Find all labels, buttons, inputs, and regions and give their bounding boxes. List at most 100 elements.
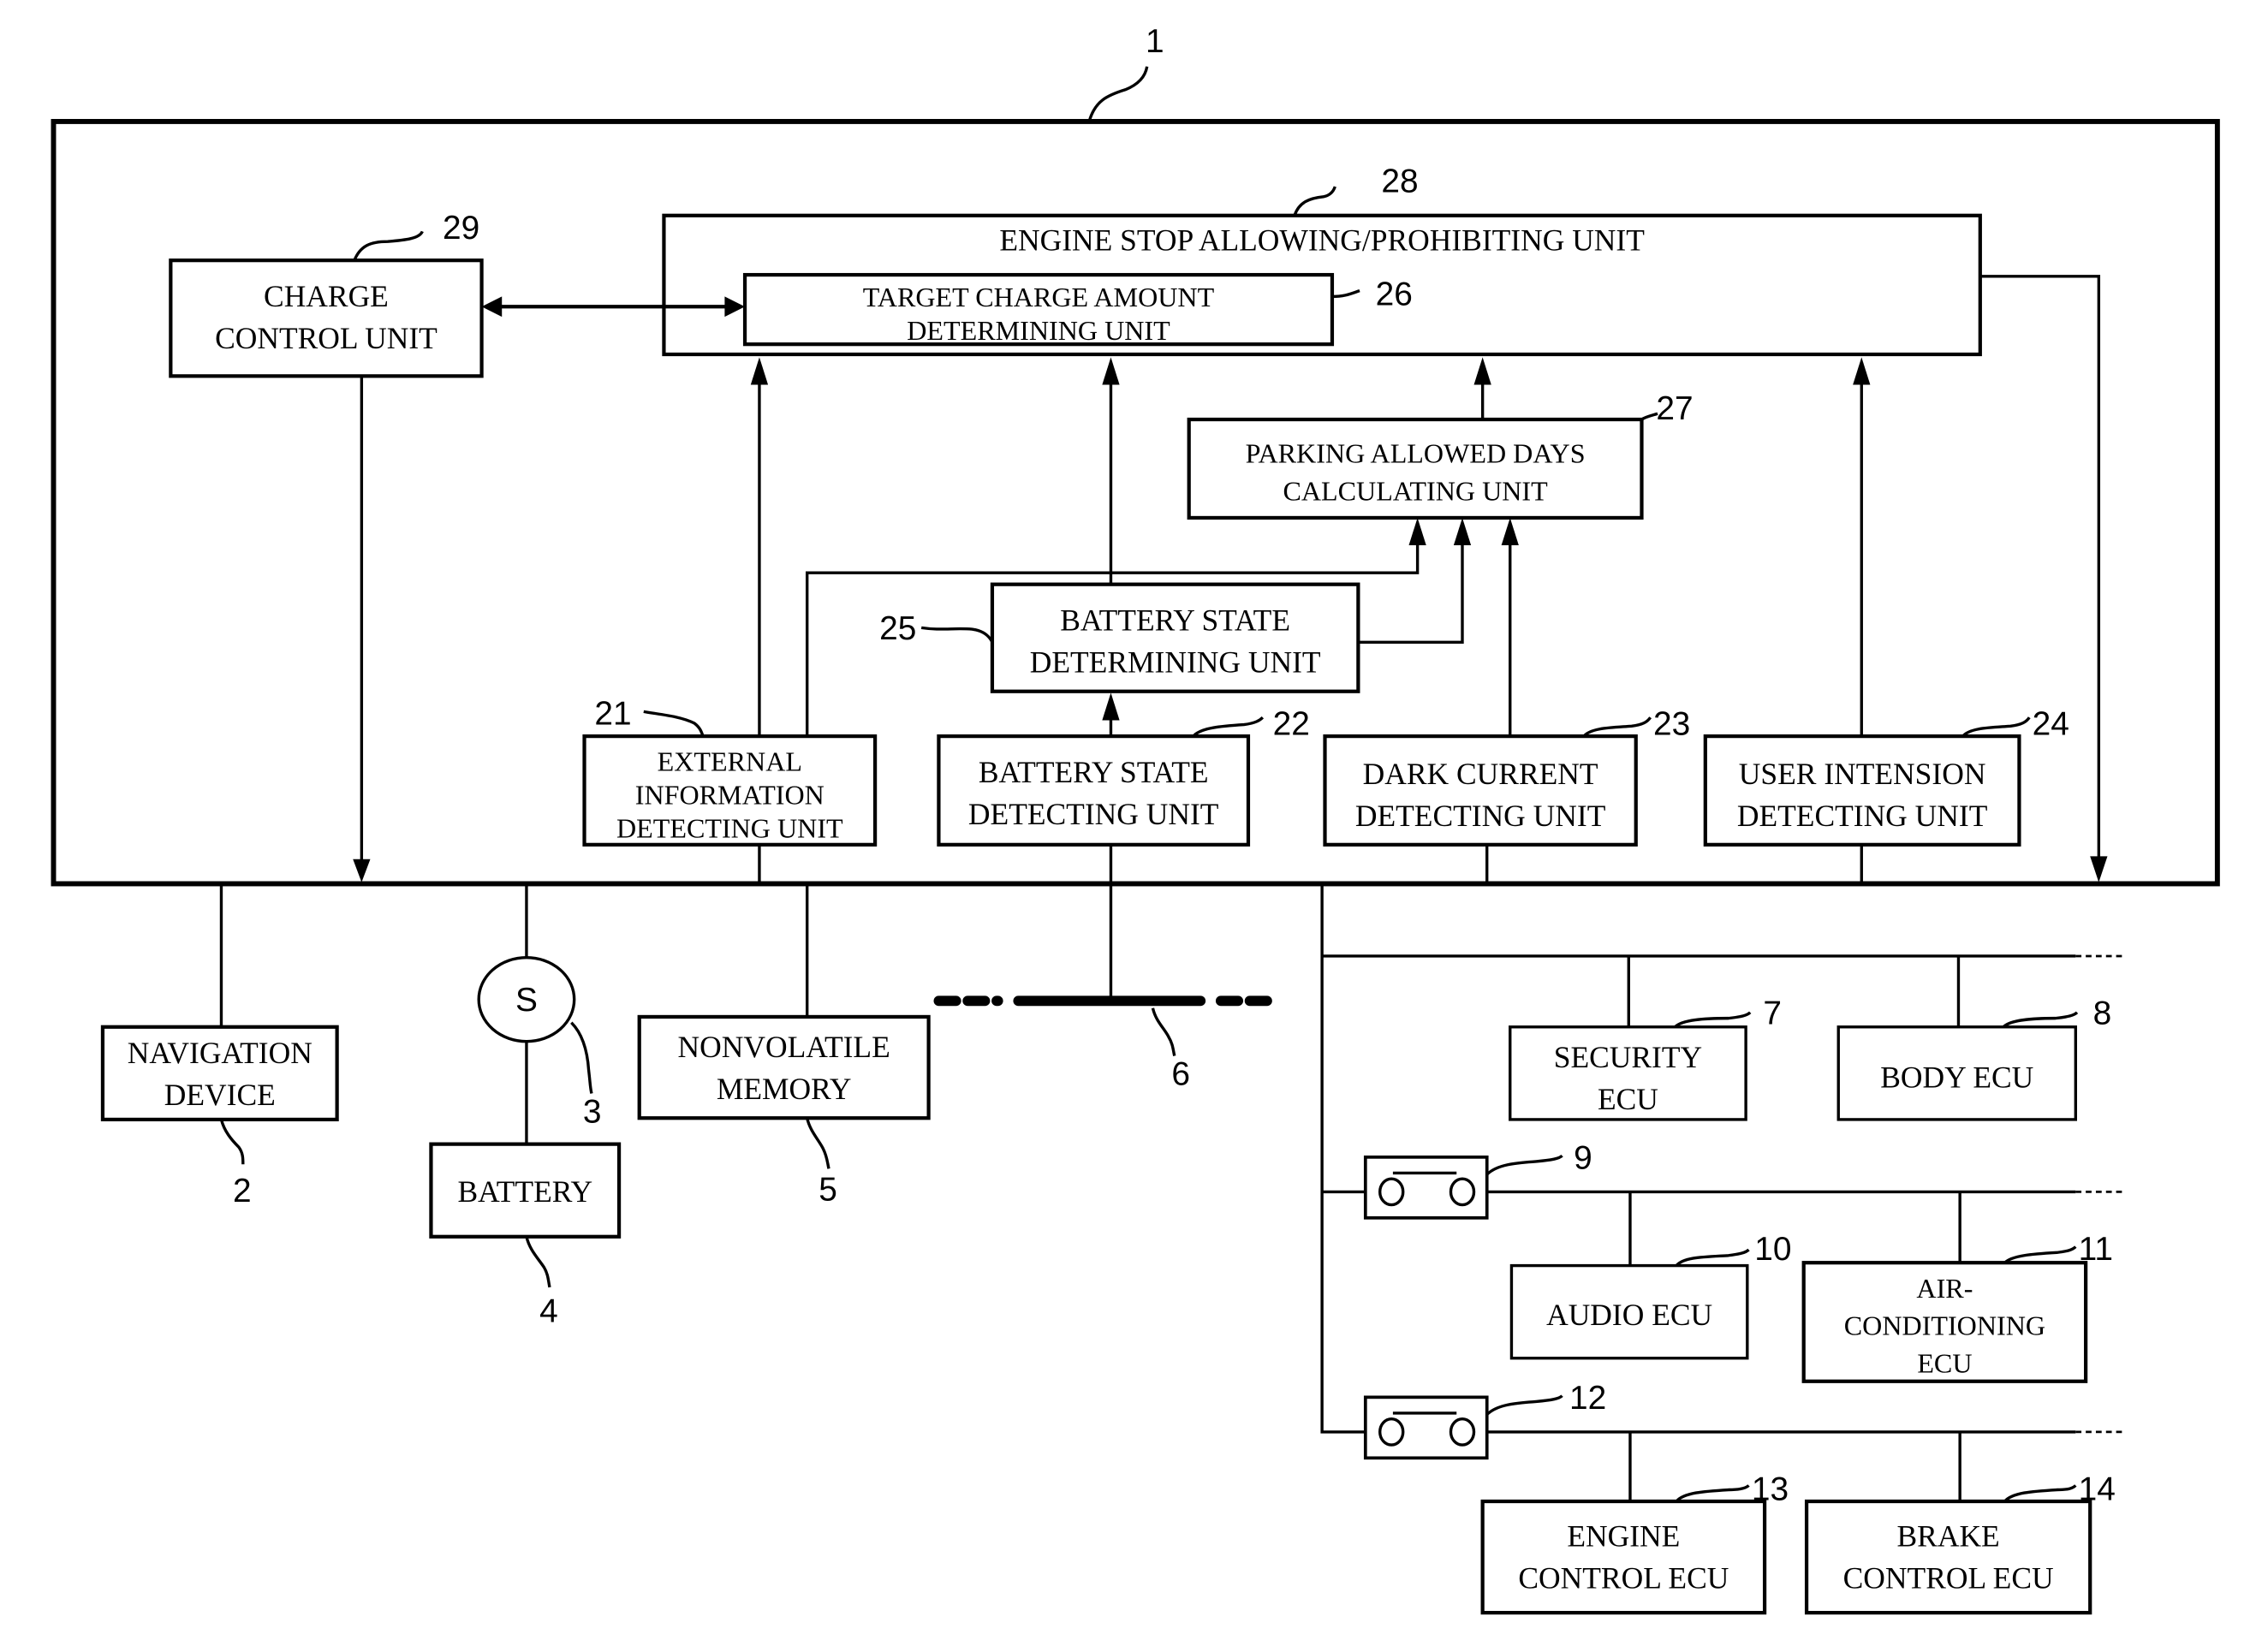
engine-control-ecu: ENGINE CONTROL ECU <box>1480 1499 1767 1615</box>
ref-11: 11 <box>2079 1231 2113 1268</box>
leader-10 <box>1675 1248 1750 1267</box>
block-label-line: CONTROL UNIT <box>215 321 438 355</box>
block-label-line: USER INTENSION <box>1739 757 1986 791</box>
ref-9: 9 <box>1574 1139 1592 1176</box>
body-ecu: BODY ECU <box>1836 1025 2077 1121</box>
leader-14 <box>2003 1484 2077 1503</box>
block-label-line: SECURITY <box>1554 1040 1702 1074</box>
arrowhead-down <box>2090 856 2108 882</box>
block-label-line: ECU <box>1917 1348 1972 1379</box>
ref-22: 22 <box>1273 705 1310 742</box>
audio-ecu: AUDIO ECU <box>1509 1263 1749 1360</box>
leader-29 <box>353 230 424 261</box>
arrowhead-down <box>353 859 371 882</box>
block-label-line: AIR- <box>1916 1273 1973 1304</box>
ref-24: 24 <box>2033 705 2069 742</box>
ref-5: 5 <box>819 1172 837 1209</box>
leader-2 <box>219 1119 245 1165</box>
ref-14: 14 <box>2079 1471 2116 1507</box>
charge-control-unit: CHARGE CONTROL UNIT <box>169 258 484 378</box>
block-label-line: DETERMINING UNIT <box>1030 645 1321 680</box>
block-label-line: ECU <box>1598 1082 1658 1116</box>
leader-27 <box>1640 412 1658 421</box>
battery: BATTERY <box>429 1142 622 1239</box>
ref-3: 3 <box>583 1093 602 1130</box>
block-label-line: DEVICE <box>164 1078 276 1112</box>
arrowhead-up <box>750 357 769 385</box>
leader-23 <box>1582 716 1652 738</box>
block-label-line: CHARGE <box>264 279 389 313</box>
leader-12 <box>1485 1394 1563 1416</box>
ref-27: 27 <box>1656 390 1693 427</box>
block-label-line: CONTROL ECU <box>1843 1560 2054 1595</box>
security-ecu: SECURITY ECU <box>1509 1025 1747 1121</box>
arrowhead-up <box>1453 517 1472 546</box>
block-label-line: TARGET CHARGE AMOUNT <box>863 282 1215 312</box>
arrowhead-up <box>1102 692 1120 721</box>
block-label-line: EXTERNAL <box>658 746 802 777</box>
arrowhead-up <box>1408 517 1426 546</box>
ref-10: 10 <box>1754 1231 1791 1268</box>
ref-8: 8 <box>2093 995 2112 1031</box>
block-label-line: CONDITIONING <box>1844 1310 2045 1341</box>
leader-28 <box>1293 186 1336 217</box>
leader-11 <box>2003 1245 2077 1264</box>
ref-7: 7 <box>1763 995 1782 1031</box>
block-label-line: INFORMATION <box>635 780 824 811</box>
block-label-line: BATTERY <box>457 1174 592 1209</box>
ref-28: 28 <box>1381 163 1418 200</box>
block-label-line: DETECTING UNIT <box>1737 799 1988 833</box>
block-label-line: PARKING ALLOWED DAYS <box>1246 438 1586 469</box>
ref-6: 6 <box>1171 1055 1190 1092</box>
block-label-line: ENGINE STOP ALLOWING/PROHIBITING UNIT <box>999 223 1645 257</box>
external-information-detecting-unit: EXTERNALINFORMATIONDETECTING UNIT <box>582 734 878 847</box>
block-label-line: BRAKE <box>1897 1518 2000 1553</box>
block-label-line: ENGINE <box>1567 1518 1680 1553</box>
leader-25 <box>920 626 994 644</box>
leader-13 <box>1675 1484 1750 1503</box>
block-frame <box>169 258 484 378</box>
network-trunk <box>1320 883 1366 1434</box>
air-conditioning-ecu: AIR- CONDITIONING ECU <box>1801 1261 2088 1383</box>
ref-21: 21 <box>594 696 631 733</box>
parking-allowed-days-calculating-unit: PARKING ALLOWED DAYS CALCULATING UNIT <box>1187 417 1644 520</box>
leader-22 <box>1192 716 1265 738</box>
leader-6 <box>1151 1007 1176 1056</box>
nonvolatile-memory: NONVOLATILE MEMORY <box>637 1014 931 1120</box>
block-label-line: NONVOLATILE <box>678 1030 890 1064</box>
ref-12: 12 <box>1569 1380 1606 1417</box>
ref-26: 26 <box>1376 276 1413 313</box>
arrowhead-up <box>1501 517 1519 546</box>
block-label-line: BATTERY STATE <box>979 755 1209 789</box>
block-label-line: MEMORY <box>717 1072 852 1106</box>
target-charge-amount-determining-unit: TARGET CHARGE AMOUNTDETERMINING UNIT <box>742 272 1335 347</box>
leader-9 <box>1485 1154 1563 1176</box>
leader-1 <box>1087 66 1149 122</box>
gateway-port <box>1378 1177 1405 1207</box>
ref-29: 29 <box>443 210 479 247</box>
battery-state-determining-unit: BATTERY STATE DETERMINING UNIT <box>990 582 1360 693</box>
leader-21 <box>643 710 705 737</box>
block-label-line: DETECTING UNIT <box>1355 799 1606 833</box>
gateway-12 <box>1363 1395 1489 1460</box>
leader-3 <box>570 1021 593 1094</box>
brake-control-ecu: BRAKE CONTROL ECU <box>1804 1499 2092 1615</box>
gateway-9 <box>1363 1155 1489 1220</box>
block-diagram: 1 ENGINE STOP ALLOWING/PROHIBITING UNIT … <box>51 23 2220 1615</box>
block-label-line: DETECTING UNIT <box>968 797 1219 831</box>
block-label-line: CONTROL ECU <box>1518 1560 1729 1595</box>
dark-current-detecting-unit: DARK CURRENT DETECTING UNIT <box>1323 734 1638 847</box>
ref-4: 4 <box>539 1292 558 1329</box>
block-label-line: BODY ECU <box>1880 1061 2033 1095</box>
switch-symbol: S <box>515 982 538 1019</box>
ref-2: 2 <box>233 1173 252 1209</box>
battery-state-detecting-unit: BATTERY STATE DETECTING UNIT <box>937 734 1251 847</box>
block-label-line: CALCULATING UNIT <box>1283 476 1548 507</box>
ref-13: 13 <box>1752 1471 1789 1507</box>
gateway-port <box>1378 1417 1405 1447</box>
leader-4 <box>525 1236 551 1288</box>
block-label-line: BATTERY STATE <box>1060 603 1290 638</box>
block-label-line: AUDIO ECU <box>1546 1298 1712 1332</box>
gateway-port <box>1449 1177 1476 1207</box>
block-label-line: DETECTING UNIT <box>616 812 843 843</box>
